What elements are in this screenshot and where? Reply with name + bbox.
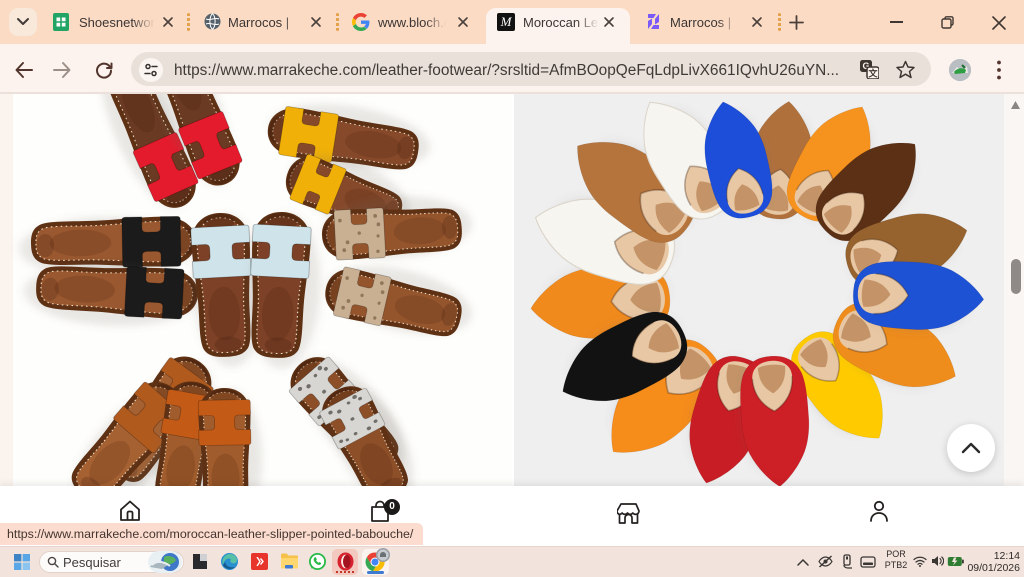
svg-text:文: 文 <box>867 68 878 79</box>
